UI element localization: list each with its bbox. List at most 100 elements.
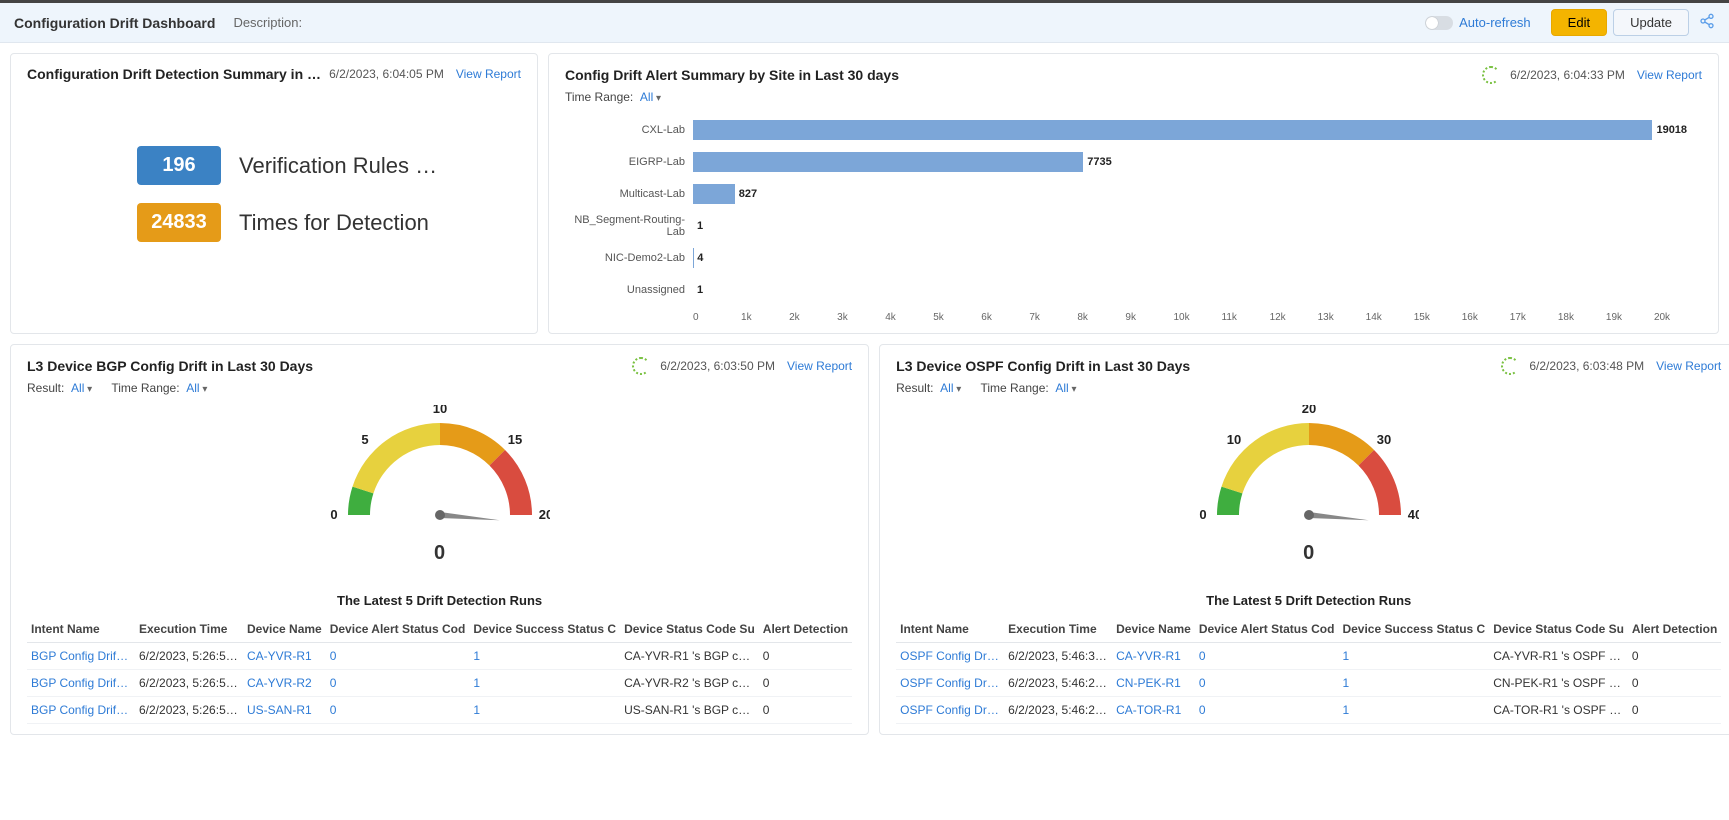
cell-time: 6/2/2023, 5:46:29 PM — [1004, 670, 1112, 697]
bar-value: 7735 — [1083, 152, 1111, 172]
svg-text:20: 20 — [538, 507, 549, 522]
svg-text:10: 10 — [1227, 432, 1241, 447]
metric-times-detection: 24833 Times for Detection — [137, 203, 521, 242]
cell-time: 6/2/2023, 5:26:51 PM — [135, 670, 243, 697]
metric-verification-rules: 196 Verification Rules … — [137, 146, 521, 185]
result-label: Result: — [27, 381, 64, 395]
table-row[interactable]: OSPF Config Drift_… 6/2/2023, 5:46:29 PM… — [896, 697, 1721, 724]
panel-alert-by-site: Config Drift Alert Summary by Site in La… — [548, 53, 1719, 334]
col-header[interactable]: Intent Name — [27, 616, 135, 643]
cell-device[interactable]: CA-TOR-R1 — [1112, 697, 1195, 724]
time-range-select[interactable]: All — [186, 381, 207, 395]
update-button[interactable]: Update — [1613, 9, 1689, 36]
cell-success[interactable]: 1 — [469, 697, 620, 724]
drift-runs-table: Intent NameExecution TimeDevice NameDevi… — [896, 616, 1721, 724]
time-range-select[interactable]: All — [1055, 381, 1076, 395]
cell-alert[interactable]: 0 — [326, 697, 470, 724]
cell-success[interactable]: 1 — [1338, 643, 1489, 670]
table-row[interactable]: BGP Config Drift_C… 6/2/2023, 5:26:51 PM… — [27, 643, 852, 670]
cell-intent[interactable]: OSPF Config Drift_… — [896, 643, 1004, 670]
time-range-select[interactable]: All — [640, 90, 661, 104]
bar-category: NIC-Demo2-Lab — [565, 252, 693, 264]
page-title: Configuration Drift Dashboard — [14, 15, 215, 31]
col-header[interactable]: Device Alert Status Cod — [326, 616, 470, 643]
bar-row: EIGRP-Lab 7735 — [565, 146, 1702, 178]
bar-row: NB_Segment-Routing-Lab 1 — [565, 210, 1702, 242]
table-row[interactable]: BGP Config Drift_C… 6/2/2023, 5:26:51 PM… — [27, 670, 852, 697]
table-row[interactable]: BGP Config Drift_U… 6/2/2023, 5:26:50 PM… — [27, 697, 852, 724]
cell-status: CN-PEK-R1 's OSPF c… — [1489, 670, 1628, 697]
share-icon[interactable] — [1699, 13, 1715, 32]
cell-intent[interactable]: OSPF Config Drift_… — [896, 697, 1004, 724]
cell-success[interactable]: 1 — [469, 670, 620, 697]
col-header[interactable]: Intent Name — [896, 616, 1004, 643]
view-report-link[interactable]: View Report — [1637, 68, 1702, 82]
col-header[interactable]: Device Name — [1112, 616, 1195, 643]
col-header[interactable]: Device Success Status C — [1338, 616, 1489, 643]
col-header[interactable]: Execution Time — [135, 616, 243, 643]
svg-text:30: 30 — [1376, 432, 1390, 447]
panel-title: L3 Device OSPF Config Drift in Last 30 D… — [896, 358, 1190, 374]
cell-status: CA-YVR-R1 's OSPF c… — [1489, 643, 1628, 670]
auto-refresh-toggle[interactable]: Auto-refresh — [1425, 15, 1531, 30]
view-report-link[interactable]: View Report — [1656, 359, 1721, 373]
bar-chart-x-axis: 01k2k3k4k5k6k7k8k9k10k11k12k13k14k15k16k… — [693, 312, 1702, 323]
cell-device[interactable]: CN-PEK-R1 — [1112, 670, 1195, 697]
cell-device[interactable]: CA-YVR-R1 — [1112, 643, 1195, 670]
cell-device[interactable]: CA-YVR-R1 — [243, 643, 326, 670]
bar-row: NIC-Demo2-Lab 4 — [565, 242, 1702, 274]
cell-intent[interactable]: BGP Config Drift_C… — [27, 643, 135, 670]
cell-intent[interactable]: OSPF Config Drift_… — [896, 670, 1004, 697]
col-header[interactable]: Alert Detection — [759, 616, 852, 643]
cell-alert[interactable]: 0 — [1195, 697, 1339, 724]
cell-status: US-SAN-R1 's BGP c… — [620, 697, 759, 724]
col-header[interactable]: Device Name — [243, 616, 326, 643]
cell-success[interactable]: 1 — [469, 643, 620, 670]
cell-alert[interactable]: 0 — [1195, 643, 1339, 670]
drift-runs-table: Intent NameExecution TimeDevice NameDevi… — [27, 616, 852, 724]
table-title: The Latest 5 Drift Detection Runs — [27, 593, 852, 608]
result-select[interactable]: All — [940, 381, 961, 395]
cell-success[interactable]: 1 — [1338, 697, 1489, 724]
dashboard-header: Configuration Drift Dashboard Descriptio… — [0, 3, 1729, 43]
bar-row: Unassigned 1 — [565, 274, 1702, 306]
cell-alert[interactable]: 0 — [1195, 670, 1339, 697]
bar-category: NB_Segment-Routing-Lab — [565, 214, 693, 238]
svg-text:15: 15 — [507, 432, 521, 447]
col-header[interactable]: Device Status Code Su — [1489, 616, 1628, 643]
cell-time: 6/2/2023, 5:46:31 PM — [1004, 643, 1112, 670]
result-label: Result: — [896, 381, 933, 395]
metric-label: Verification Rules … — [239, 153, 437, 179]
table-row[interactable]: OSPF Config Drift_… 6/2/2023, 5:46:31 PM… — [896, 643, 1721, 670]
panel-title: L3 Device BGP Config Drift in Last 30 Da… — [27, 358, 313, 374]
cell-detection: 0 — [759, 697, 852, 724]
col-header[interactable]: Alert Detection — [1628, 616, 1721, 643]
col-header[interactable]: Device Alert Status Cod — [1195, 616, 1339, 643]
col-header[interactable]: Device Status Code Su — [620, 616, 759, 643]
cell-intent[interactable]: BGP Config Drift_U… — [27, 697, 135, 724]
cell-device[interactable]: US-SAN-R1 — [243, 697, 326, 724]
table-row[interactable]: OSPF Config Drift_… 6/2/2023, 5:46:29 PM… — [896, 670, 1721, 697]
cell-intent[interactable]: BGP Config Drift_C… — [27, 670, 135, 697]
bar-value: 1 — [693, 216, 703, 236]
cell-device[interactable]: CA-YVR-R2 — [243, 670, 326, 697]
bar-category: Multicast-Lab — [565, 188, 693, 200]
bar-category: CXL-Lab — [565, 124, 693, 136]
edit-button[interactable]: Edit — [1551, 9, 1607, 36]
col-header[interactable]: Device Success Status C — [469, 616, 620, 643]
cell-detection: 0 — [1628, 643, 1721, 670]
col-header[interactable]: Execution Time — [1004, 616, 1112, 643]
cell-alert[interactable]: 0 — [326, 643, 470, 670]
toggle-icon — [1425, 16, 1453, 30]
bar-category: Unassigned — [565, 284, 693, 296]
cell-alert[interactable]: 0 — [326, 670, 470, 697]
view-report-link[interactable]: View Report — [456, 67, 521, 81]
bar-category: EIGRP-Lab — [565, 156, 693, 168]
panel-title: Config Drift Alert Summary by Site in La… — [565, 67, 899, 83]
cell-time: 6/2/2023, 5:26:51 PM — [135, 643, 243, 670]
cell-success[interactable]: 1 — [1338, 670, 1489, 697]
svg-text:0: 0 — [330, 507, 337, 522]
svg-text:40: 40 — [1407, 507, 1418, 522]
view-report-link[interactable]: View Report — [787, 359, 852, 373]
result-select[interactable]: All — [71, 381, 92, 395]
